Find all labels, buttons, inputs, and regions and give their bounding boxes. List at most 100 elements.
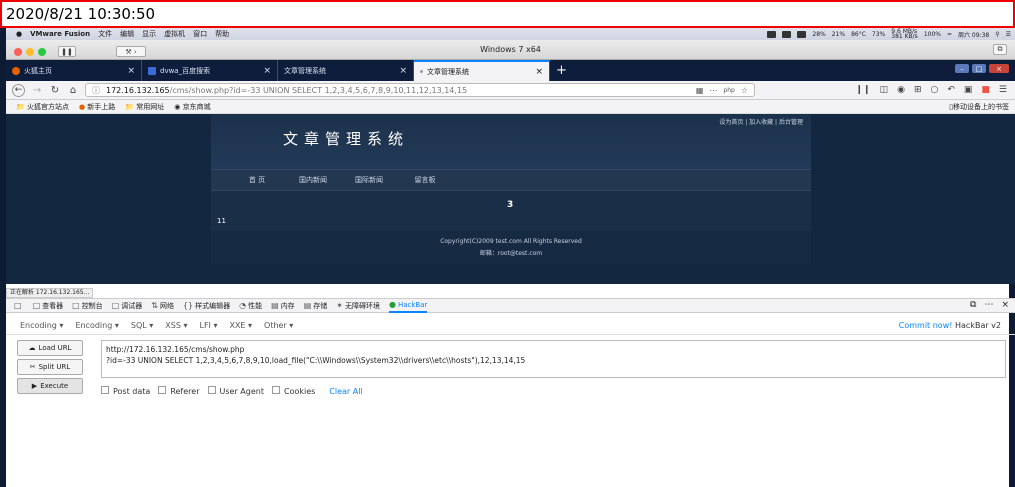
status-icon[interactable] <box>767 30 777 38</box>
url-bar[interactable]: ⓘ 172.16.132.165/cms/show.php?id=-33 UNI… <box>85 83 755 97</box>
menu-help[interactable]: 帮助 <box>215 29 229 39</box>
close-icon[interactable]: × <box>399 66 407 76</box>
more-icon[interactable]: ⋯ <box>984 300 993 310</box>
menu-encryption[interactable]: Encoding ▾ <box>20 321 63 330</box>
cookies-checkbox[interactable]: Cookies <box>271 386 315 396</box>
tab-memory[interactable]: ▤ 内存 <box>271 301 295 311</box>
star-icon[interactable]: ☆ <box>741 86 748 95</box>
execute-button[interactable]: ▶ Execute <box>17 378 83 394</box>
fullscreen-icon[interactable]: ⧉ <box>993 44 1007 55</box>
more-icon[interactable]: ⋯ <box>709 86 717 95</box>
tab-hackbar[interactable]: ● HackBar <box>388 298 428 313</box>
site-header: 设为首页 | 加入收藏 | 后台管理 文章管理系统 <box>211 114 811 169</box>
chat-icon[interactable]: ○ <box>930 85 938 95</box>
tab-strip: 火狐主页 × dvwa_百度搜索 × 文章管理系统 × 文章管理系统 × + – □ × <box>6 60 1015 81</box>
nav-guestbook[interactable]: 留言板 <box>397 175 453 185</box>
tab-dvwa[interactable]: dvwa_百度搜索 × <box>142 60 278 81</box>
nav-home[interactable]: 首 页 <box>229 175 285 185</box>
hamburger-icon[interactable]: ☰ <box>999 85 1007 95</box>
qr-icon[interactable]: ▦ <box>696 86 704 95</box>
menu-list-icon[interactable]: ☰ <box>1006 31 1011 38</box>
status-icon[interactable] <box>782 30 792 38</box>
status-icon[interactable] <box>797 30 807 38</box>
clock[interactable]: 周六 09:38 <box>958 30 989 39</box>
tab-performance[interactable]: ◔ 性能 <box>239 301 262 311</box>
menu-window[interactable]: 窗口 <box>193 29 207 39</box>
tab-cms-active[interactable]: 文章管理系统 × <box>414 60 550 81</box>
php-icon[interactable]: php <box>723 87 734 94</box>
info-icon[interactable]: ⓘ <box>92 85 100 96</box>
restore-icon[interactable]: □ <box>972 64 986 73</box>
menu-sql[interactable]: SQL ▾ <box>131 321 153 330</box>
library-icon[interactable]: ❙❙ <box>855 85 870 95</box>
top-links[interactable]: 设为首页 | 加入收藏 | 后台管理 <box>719 117 803 126</box>
picker-icon[interactable]: □ <box>14 301 22 310</box>
crop-icon[interactable]: ⊞ <box>914 85 922 95</box>
referer-checkbox[interactable]: Referer <box>158 386 200 396</box>
split-url-button[interactable]: ✂ Split URL <box>17 359 83 375</box>
bookmark-item[interactable]: ● 新手上路 <box>79 102 115 112</box>
mac-menubar: ● VMware Fusion 文件 编辑 显示 虚拟机 窗口 帮助 28% 2… <box>6 28 1015 40</box>
menu-view[interactable]: 显示 <box>142 29 156 39</box>
reload-icon[interactable]: ↻ <box>49 85 61 96</box>
bookmark-item[interactable]: 📁 常用网址 <box>125 102 164 112</box>
app-menu[interactable]: VMware Fusion <box>30 30 90 38</box>
close-icon[interactable]: × <box>1001 300 1009 310</box>
new-tab-icon[interactable]: + <box>556 63 567 78</box>
close-icon[interactable]: × <box>989 64 1009 73</box>
sidebar-icon[interactable]: ◫ <box>880 85 889 95</box>
back-icon[interactable]: ← <box>12 83 25 97</box>
article-body: 11 <box>217 217 226 225</box>
tab-debugger[interactable]: □ 调试器 <box>112 301 143 311</box>
menu-vm[interactable]: 虚拟机 <box>164 29 185 39</box>
screen-icon[interactable]: ▣ <box>964 85 973 95</box>
load-url-button[interactable]: ☁ Load URL <box>17 340 83 356</box>
menu-xss[interactable]: XSS ▾ <box>165 321 187 330</box>
menu-encoding[interactable]: Encoding ▾ <box>75 321 118 330</box>
home-icon[interactable]: ⌂ <box>67 85 79 96</box>
search-icon[interactable]: ⚲ <box>995 31 999 38</box>
undo-icon[interactable]: ↶ <box>947 85 955 95</box>
dock-icon[interactable]: ⧉ <box>970 300 976 310</box>
network-icon: ⇅ <box>151 300 158 310</box>
tab-storage[interactable]: ▤ 存储 <box>304 301 328 311</box>
contact-email: 邮箱：root@test.com <box>479 250 543 257</box>
menu-lfi[interactable]: LFI ▾ <box>199 321 217 330</box>
mobile-bookmarks[interactable]: ▯移动设备上的书签 <box>949 102 1009 112</box>
commit-link[interactable]: Commit now! HackBar v2 <box>899 321 1001 330</box>
forward-icon[interactable]: → <box>31 85 43 96</box>
tab-firefox-home[interactable]: 火狐主页 × <box>6 60 142 81</box>
menu-file[interactable]: 文件 <box>98 29 112 39</box>
bookmark-item[interactable]: 📁 火狐官方站点 <box>16 102 69 112</box>
tab-inspector[interactable]: □ 查看器 <box>33 301 64 311</box>
nav-domestic[interactable]: 国内新闻 <box>285 175 341 185</box>
minimize-icon[interactable]: – <box>955 64 969 73</box>
close-icon[interactable]: × <box>535 67 543 77</box>
clear-all-link[interactable]: Clear All <box>329 387 362 396</box>
addon-icon[interactable]: ■ <box>981 85 990 95</box>
url-textarea[interactable]: http://172.16.132.165/cms/show.php ?id=-… <box>101 340 1006 378</box>
article-content: 3 11 <box>211 191 811 231</box>
tab-console[interactable]: □ 控制台 <box>72 301 103 311</box>
apple-icon[interactable]: ● <box>16 30 22 38</box>
bookmark-item[interactable]: ◉ 京东商城 <box>174 102 210 112</box>
menu-other[interactable]: Other ▾ <box>264 321 293 330</box>
nav-international[interactable]: 国际新闻 <box>341 175 397 185</box>
tab-cms-1[interactable]: 文章管理系统 × <box>278 60 414 81</box>
folder-icon: 📁 <box>16 102 25 111</box>
url-line-2: ?id=-33 UNION SELECT 1,2,3,4,5,6,7,8,9,1… <box>106 356 526 365</box>
extension-icon[interactable]: ◉ <box>897 85 905 95</box>
tab-accessibility[interactable]: ✶ 无障碍环境 <box>336 301 380 311</box>
menu-edit[interactable]: 编辑 <box>120 29 134 39</box>
tab-style-editor[interactable]: {} 样式编辑器 <box>183 301 230 311</box>
post-data-checkbox[interactable]: Post data <box>101 386 150 396</box>
menu-xxe[interactable]: XXE ▾ <box>229 321 252 330</box>
site-title: 文章管理系统 <box>283 130 410 148</box>
user-agent-checkbox[interactable]: User Agent <box>207 386 264 396</box>
timestamp-overlay: 2020/8/21 10:30:50 <box>0 0 1015 28</box>
close-icon[interactable]: × <box>127 66 135 76</box>
close-icon[interactable]: × <box>263 66 271 76</box>
tab-network[interactable]: ⇅ 网络 <box>151 301 174 311</box>
article-title: 3 <box>507 200 514 210</box>
wifi-icon[interactable]: ≈ <box>947 31 952 38</box>
